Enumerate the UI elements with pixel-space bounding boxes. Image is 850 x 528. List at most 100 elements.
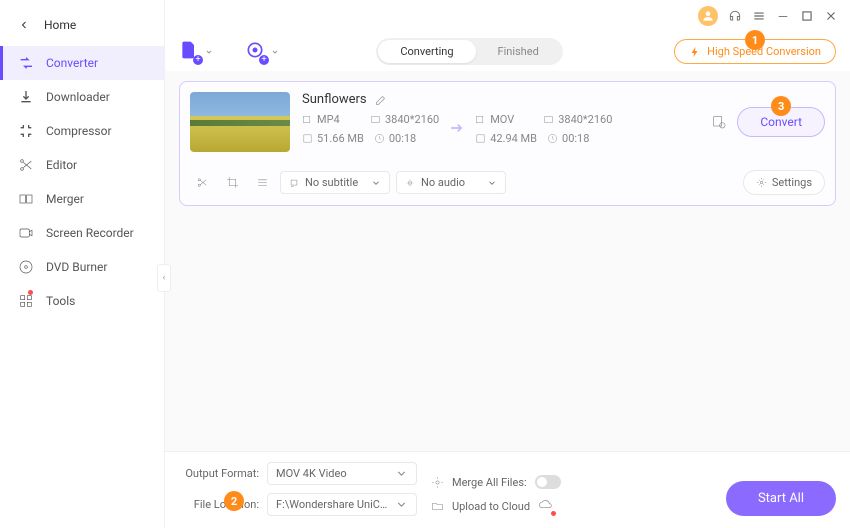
notification-dot (28, 290, 33, 295)
folder-icon[interactable] (431, 500, 444, 513)
home-label: Home (44, 18, 76, 32)
sidebar-item-recorder[interactable]: Screen Recorder (0, 216, 164, 250)
footer: Output Format: MOV 4K Video 2 File Locat… (165, 451, 850, 528)
trim-button[interactable] (190, 171, 214, 195)
gear-icon[interactable] (431, 476, 444, 489)
filelocation-label: File Location: (179, 498, 259, 511)
preset-icon[interactable] (711, 114, 727, 130)
headset-icon[interactable] (728, 9, 742, 23)
callout-2: 2 (224, 491, 244, 511)
chevron-left-icon (18, 19, 30, 31)
chevron-down-icon (371, 178, 381, 188)
outformat-value: MOV 4K Video (276, 467, 389, 480)
edit-icon[interactable] (375, 94, 387, 106)
crop-button[interactable] (220, 171, 244, 195)
dst-format: MOV (490, 113, 514, 126)
resolution-icon (370, 114, 381, 125)
task-card: Sunflowers MP4 3840*2160 51.66 MB (179, 81, 836, 206)
merge-icon (18, 191, 34, 207)
chevron-down-icon (205, 48, 213, 56)
filelocation-dropdown[interactable]: F:\Wondershare UniConverter 1 (267, 493, 417, 516)
bolt-icon (689, 46, 701, 58)
disc-icon (18, 259, 34, 275)
maximize-button[interactable] (800, 9, 814, 23)
sidebar-label: Merger (46, 192, 84, 206)
status-tabs: Converting Finished (376, 38, 562, 65)
convert-label: Convert (760, 115, 802, 129)
dst-dur: 00:18 (562, 132, 589, 145)
minimize-button[interactable]: ─ (776, 9, 790, 23)
effect-button[interactable] (250, 171, 274, 195)
collapse-button[interactable]: ‹ (157, 264, 171, 292)
dst-size: 42.94 MB (490, 132, 537, 145)
callout-1: 1 (745, 30, 765, 50)
clock-icon (547, 133, 558, 144)
sidebar-label: Tools (46, 294, 75, 308)
sidebar-item-converter[interactable]: Converter (0, 46, 164, 80)
menu-icon[interactable] (752, 9, 766, 23)
sidebar-item-compressor[interactable]: Compressor (0, 114, 164, 148)
sidebar-label: Downloader (46, 90, 110, 104)
add-file-button[interactable]: + (179, 40, 199, 63)
scissors-icon (18, 157, 34, 173)
sidebar-label: Compressor (46, 124, 112, 138)
grid-icon (18, 293, 34, 309)
src-dur: 00:18 (389, 132, 416, 145)
merge-label: Merge All Files: (452, 476, 527, 489)
cloud-button[interactable] (538, 497, 554, 516)
audio-icon (405, 178, 415, 188)
home-button[interactable]: Home (0, 10, 164, 40)
camera-icon (18, 225, 34, 241)
add-url-button[interactable]: + (245, 40, 265, 63)
download-icon (18, 89, 34, 105)
resolution-icon (543, 114, 554, 125)
video-icon (302, 114, 313, 125)
audio-dropdown[interactable]: No audio (396, 171, 506, 194)
video-icon (475, 114, 486, 125)
tab-finished[interactable]: Finished (476, 40, 561, 63)
settings-label: Settings (772, 176, 812, 189)
merge-toggle[interactable] (535, 475, 561, 489)
clock-icon (374, 133, 385, 144)
converter-icon (18, 55, 34, 71)
chevron-down-icon (395, 467, 408, 480)
filelocation-value: F:\Wondershare UniConverter 1 (276, 498, 389, 511)
src-size: 51.66 MB (317, 132, 364, 145)
chevron-down-icon (487, 178, 497, 188)
subtitle-value: No subtitle (305, 176, 365, 189)
sidebar-label: Converter (46, 56, 98, 70)
main-panel: ‹ ─ + + Converting Finished (165, 0, 850, 528)
sidebar-item-dvd[interactable]: DVD Burner (0, 250, 164, 284)
chevron-down-icon (395, 498, 408, 511)
high-speed-label: High Speed Conversion (707, 45, 821, 58)
dst-res: 3840*2160 (558, 113, 612, 126)
avatar[interactable] (698, 6, 718, 26)
arrow-icon (447, 118, 467, 141)
sidebar-label: Screen Recorder (46, 226, 134, 240)
thumbnail[interactable] (190, 92, 290, 152)
settings-button[interactable]: Settings (743, 170, 825, 195)
outformat-dropdown[interactable]: MOV 4K Video (267, 462, 417, 485)
sidebar-item-editor[interactable]: Editor (0, 148, 164, 182)
gear-icon (756, 177, 767, 188)
sidebar-label: Editor (46, 158, 77, 172)
audio-value: No audio (421, 176, 481, 189)
sidebar-label: DVD Burner (46, 260, 107, 274)
start-all-button[interactable]: Start All (726, 481, 836, 516)
close-button[interactable] (824, 9, 838, 23)
subtitle-icon (289, 178, 299, 188)
compress-icon (18, 123, 34, 139)
sidebar-item-downloader[interactable]: Downloader (0, 80, 164, 114)
toolbar: + + Converting Finished 1 High Speed Con… (165, 32, 850, 71)
high-speed-button[interactable]: 1 High Speed Conversion (674, 39, 836, 64)
sidebar-item-merger[interactable]: Merger (0, 182, 164, 216)
size-icon (302, 133, 313, 144)
upload-label: Upload to Cloud (452, 500, 530, 513)
tab-converting[interactable]: Converting (378, 40, 475, 63)
subtitle-dropdown[interactable]: No subtitle (280, 171, 390, 194)
chevron-down-icon (271, 48, 279, 56)
size-icon (475, 133, 486, 144)
outformat-label: Output Format: (179, 467, 259, 480)
convert-button[interactable]: 3 Convert (737, 107, 825, 137)
sidebar-item-tools[interactable]: Tools (0, 284, 164, 318)
